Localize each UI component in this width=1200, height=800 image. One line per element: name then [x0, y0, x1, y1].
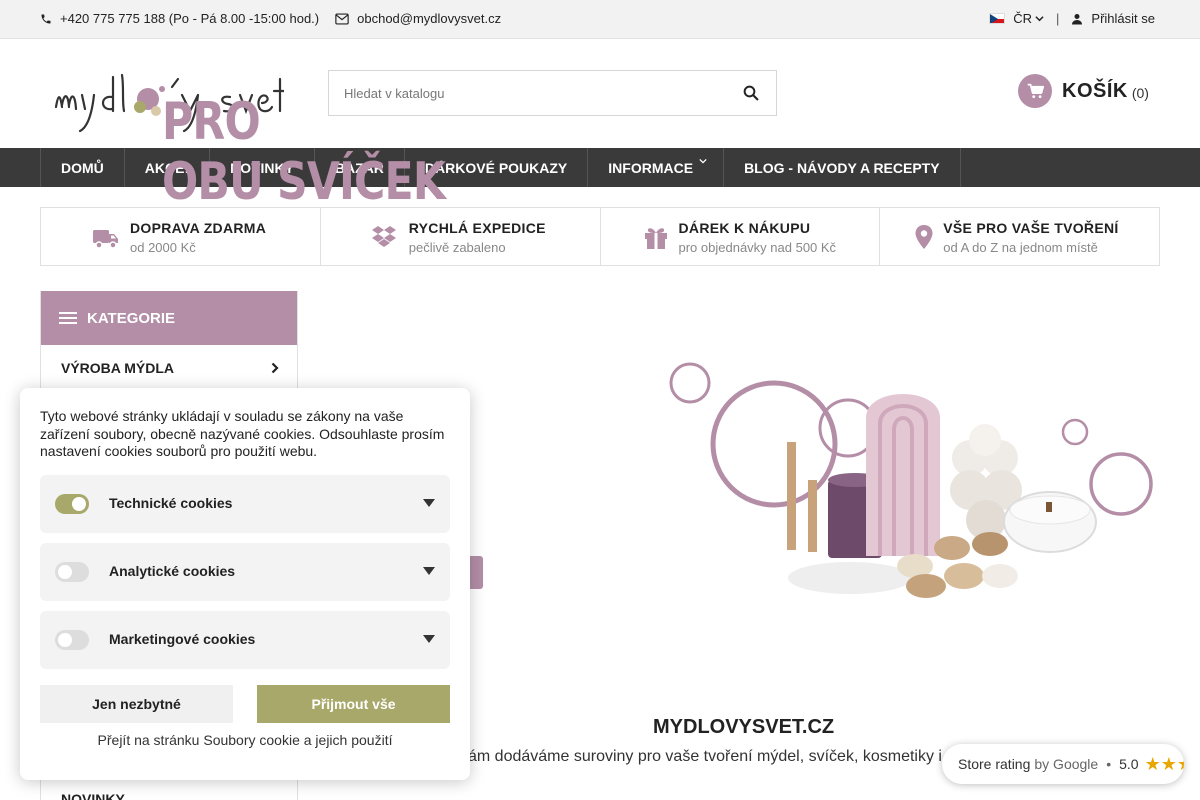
- email-text: obchod@mydlovysvet.cz: [357, 11, 502, 26]
- nav-blog[interactable]: BLOG - NÁVODY A RECEPTY: [723, 148, 961, 187]
- nav-info[interactable]: INFORMACE: [587, 148, 723, 187]
- chevron-right-icon: [271, 362, 279, 374]
- feature-title: RYCHLÁ EXPEDICE: [408, 220, 546, 236]
- cookie-category-label: Analytické cookies: [109, 563, 236, 579]
- envelope-icon: [335, 12, 349, 25]
- phone-contact[interactable]: +420 775 775 188 (Po - Pá 8.00 -15:00 ho…: [40, 11, 319, 26]
- dropbox-icon: [371, 226, 396, 247]
- top-bar: +420 775 775 188 (Po - Pá 8.00 -15:00 ho…: [0, 0, 1200, 39]
- category-item-soap-making[interactable]: VÝROBA MÝDLA: [41, 345, 297, 391]
- feature-title: DÁREK K NÁKUPU: [678, 220, 811, 236]
- expand-arrow-icon[interactable]: [423, 635, 435, 643]
- rating-by: by Google: [1034, 756, 1099, 772]
- truck-icon: [93, 230, 118, 249]
- category-label: VÝROBA MÝDLA: [61, 359, 175, 376]
- category-title: KATEGORIE: [87, 309, 176, 327]
- feature-everything: VŠE PRO VAŠE TVOŘENÍ od A do Z na jednom…: [880, 208, 1159, 265]
- cart-label: KOŠÍK: [1062, 79, 1128, 102]
- contact-info: +420 775 775 188 (Po - Pá 8.00 -15:00 ho…: [40, 11, 501, 26]
- map-pin-icon: [915, 225, 933, 249]
- feature-subtitle: pro objednávky nad 500 Kč: [678, 240, 837, 255]
- store-rating-badge[interactable]: Store rating by Google • 5.0 ★★★★★: [942, 744, 1184, 784]
- cart-button[interactable]: KOŠÍK (0): [1018, 74, 1149, 108]
- rating-stars: ★★★★★: [1144, 753, 1184, 774]
- language-selector[interactable]: ČR: [1013, 11, 1032, 26]
- phone-text: +420 775 775 188 (Po - Pá 8.00 -15:00 ho…: [60, 11, 320, 26]
- cookie-category-label: Technické cookies: [109, 495, 233, 511]
- user-icon[interactable]: [1071, 13, 1083, 25]
- czech-flag-icon[interactable]: [989, 13, 1006, 24]
- search-icon[interactable]: [742, 84, 760, 102]
- chevron-down-icon[interactable]: [1035, 14, 1044, 23]
- analytics-cookies-toggle[interactable]: [55, 562, 89, 582]
- cookie-category-analytics[interactable]: Analytické cookies: [40, 543, 450, 601]
- brand-description: ám dodáváme suroviny pro vaše tvoření mý…: [468, 748, 942, 765]
- necessary-only-button[interactable]: Jen nezbytné: [40, 685, 233, 723]
- expand-arrow-icon[interactable]: [423, 567, 435, 575]
- cookie-category-technical[interactable]: Technické cookies: [40, 475, 450, 533]
- cookie-intro-text: Tyto webové stránky ukládají v souladu s…: [40, 408, 445, 459]
- cookie-category-marketing[interactable]: Marketingové cookies: [40, 611, 450, 669]
- chevron-down-icon: [699, 158, 707, 164]
- cookie-consent-dialog: Tyto webové stránky ukládají v souladu s…: [20, 388, 470, 780]
- cart-count: (0): [1131, 85, 1149, 101]
- feature-gift: DÁREK K NÁKUPU pro objednávky nad 500 Kč: [601, 208, 881, 265]
- banner-headline: PRO OBU SVÍČEK: [162, 92, 446, 212]
- feature-title: VŠE PRO VAŠE TVOŘENÍ: [943, 220, 1119, 236]
- category-item-new[interactable]: NOVINKY: [41, 791, 297, 800]
- marketing-cookies-toggle[interactable]: [55, 630, 89, 650]
- shopping-cart-icon: [1027, 83, 1044, 99]
- feature-fast-dispatch: RYCHLÁ EXPEDICE pečlivě zabaleno: [321, 208, 601, 265]
- menu-icon: [59, 312, 77, 324]
- feature-subtitle: od A do Z na jednom místě: [943, 240, 1098, 255]
- features-bar: DOPRAVA ZDARMA od 2000 Kč RYCHLÁ EXPEDIC…: [40, 207, 1160, 266]
- accept-all-button[interactable]: Přijmout vše: [257, 685, 450, 723]
- login-link[interactable]: Přihlásit se: [1091, 11, 1155, 26]
- cookie-policy-link[interactable]: Přejít na stránku Soubory cookie a jejic…: [20, 732, 470, 748]
- rating-dot: •: [1106, 756, 1112, 772]
- topbar-right: ČR | Přihlásit se: [989, 11, 1155, 26]
- category-header[interactable]: KATEGORIE: [41, 291, 297, 345]
- expand-arrow-icon[interactable]: [423, 499, 435, 507]
- feature-free-shipping: DOPRAVA ZDARMA od 2000 Kč: [41, 208, 321, 265]
- feature-subtitle: pečlivě zabaleno: [408, 240, 506, 255]
- feature-subtitle: od 2000 Kč: [130, 240, 196, 255]
- brand-title: MYDLOVYSVET.CZ: [653, 716, 835, 738]
- cookie-category-label: Marketingové cookies: [109, 631, 256, 647]
- rating-score: 5.0: [1119, 756, 1139, 772]
- technical-cookies-toggle[interactable]: [55, 494, 89, 514]
- rating-label: Store rating: [958, 756, 1031, 772]
- phone-icon: [41, 14, 51, 23]
- gift-icon: [644, 228, 667, 249]
- nav-home[interactable]: DOMŮ: [40, 148, 124, 187]
- cart-icon-wrap: [1018, 74, 1052, 108]
- email-contact[interactable]: obchod@mydlovysvet.cz: [335, 11, 501, 26]
- feature-title: DOPRAVA ZDARMA: [130, 220, 267, 236]
- separator: |: [1056, 11, 1060, 26]
